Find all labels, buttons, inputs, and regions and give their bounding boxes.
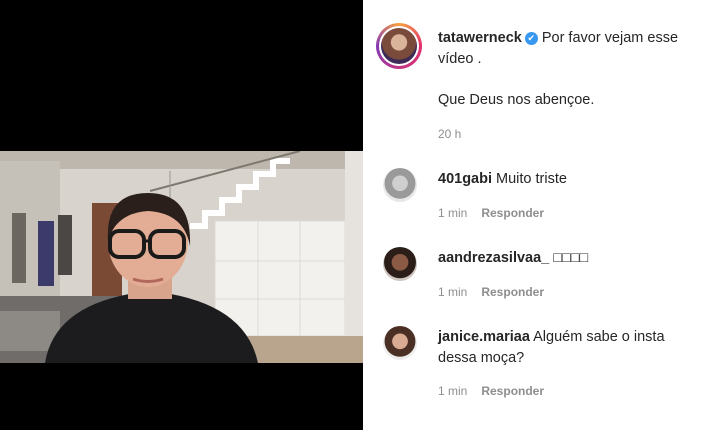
- comment-time[interactable]: 1 min: [438, 384, 467, 398]
- comment-avatar[interactable]: [383, 326, 417, 360]
- caption-line-1: tatawerneck ✔ Por favor vejam esse: [438, 28, 678, 48]
- comment-text: □□□□: [553, 250, 589, 266]
- comment-text-line: 401gabi Muito triste: [438, 169, 567, 189]
- author-avatar[interactable]: [376, 23, 422, 69]
- reply-button[interactable]: Responder: [481, 285, 544, 299]
- reply-button[interactable]: Responder: [481, 206, 544, 220]
- comment-time[interactable]: 1 min: [438, 206, 467, 220]
- instagram-post-view: tatawerneck ✔ Por favor vejam esse vídeo .…: [0, 0, 720, 430]
- caption-line-2: vídeo .: [438, 51, 482, 67]
- post-timestamp[interactable]: 20 h: [438, 127, 461, 141]
- reply-button[interactable]: Responder: [481, 384, 544, 398]
- comment-username[interactable]: aandrezasilvaa_: [438, 250, 549, 266]
- comment-avatar[interactable]: [383, 168, 417, 202]
- caption-text: Por favor vejam esse: [541, 30, 679, 46]
- comment-time[interactable]: 1 min: [438, 285, 467, 299]
- comment-username[interactable]: janice.mariaa: [438, 329, 530, 345]
- comment-text-line: aandrezasilvaa_ □□□□: [438, 248, 588, 268]
- comment-text-continuation: dessa moça?: [438, 350, 525, 366]
- video-frame-image: [0, 151, 363, 363]
- comment-text: Alguém sabe o insta: [533, 329, 665, 345]
- comment-meta: 1 min Responder: [438, 206, 544, 220]
- verified-badge-icon: ✔: [524, 32, 538, 45]
- caption-line-3: Que Deus nos abençoe.: [438, 92, 595, 108]
- video-player[interactable]: [0, 151, 363, 363]
- comment-text-line: janice.mariaa Alguém sabe o insta: [438, 327, 665, 347]
- comment-text: Muito triste: [496, 171, 567, 187]
- video-pane[interactable]: [0, 0, 363, 430]
- author-username[interactable]: tatawerneck: [438, 30, 522, 46]
- comment-avatar[interactable]: [383, 247, 417, 281]
- comment-meta: 1 min Responder: [438, 384, 544, 398]
- comment-username[interactable]: 401gabi: [438, 171, 492, 187]
- comment-meta: 1 min Responder: [438, 285, 544, 299]
